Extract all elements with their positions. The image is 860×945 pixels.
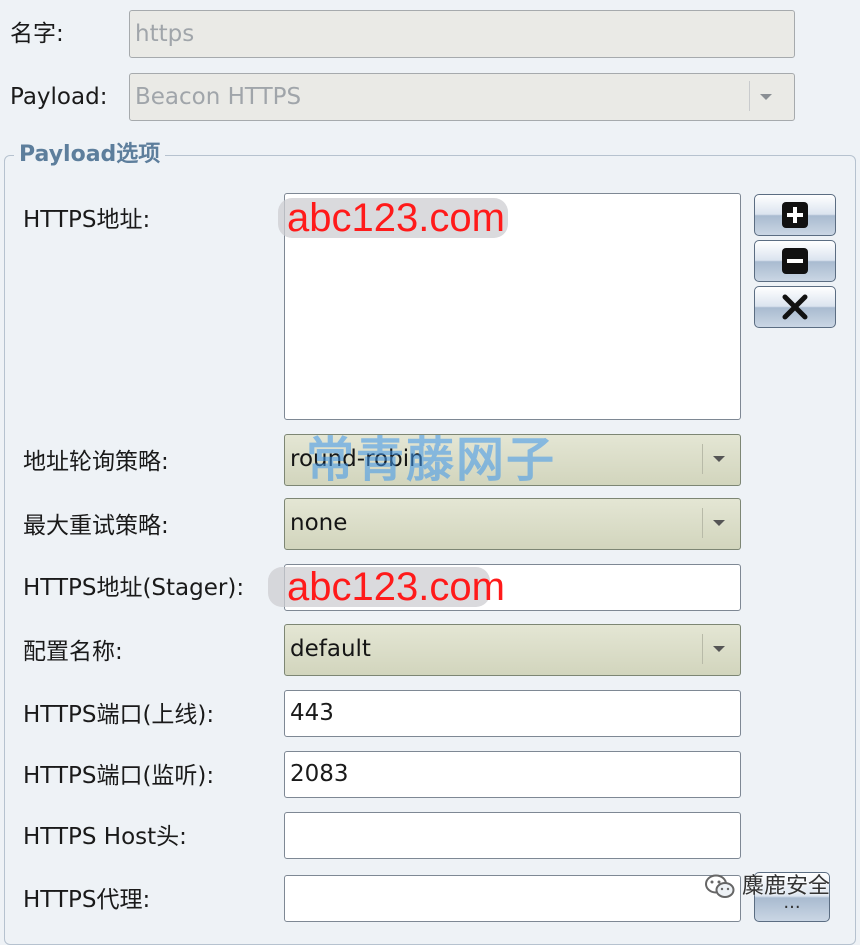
rotate-label: 地址轮询策略:: [23, 449, 169, 475]
profile-select[interactable]: default: [284, 624, 741, 676]
wechat-icon: [705, 874, 735, 898]
payload-select-value: Beacon HTTPS: [135, 84, 302, 110]
proxy-input[interactable]: [284, 875, 741, 922]
watermark-cn: 常青藤网子: [306, 432, 557, 488]
chevron-down-icon: [702, 508, 732, 538]
minus-icon: [782, 248, 808, 274]
name-field[interactable]: https: [129, 10, 795, 58]
payload-label: Payload:: [10, 84, 108, 110]
chevron-down-icon: [702, 634, 732, 664]
host-header-input[interactable]: [284, 812, 741, 859]
host-header-label: HTTPS Host头:: [23, 824, 187, 850]
retry-select[interactable]: none: [284, 498, 741, 550]
port-bind-input[interactable]: 443: [284, 690, 741, 737]
payload-options-title: Payload选项: [14, 140, 166, 170]
plus-icon: [782, 202, 808, 228]
footer-brand: 麋鹿安全: [690, 868, 860, 908]
profile-label: 配置名称:: [23, 639, 123, 665]
clear-hosts-button[interactable]: [754, 286, 836, 328]
payload-select[interactable]: Beacon HTTPS: [129, 73, 795, 121]
watermark-text: abc123.com: [287, 565, 505, 609]
proxy-label: HTTPS代理:: [23, 887, 151, 913]
name-label: 名字:: [10, 21, 64, 47]
hosts-label: HTTPS地址:: [23, 207, 151, 233]
port-listen-input[interactable]: 2083: [284, 751, 741, 798]
add-host-button[interactable]: [754, 194, 836, 236]
profile-select-value: default: [290, 636, 371, 662]
watermark-text: abc123.com: [287, 196, 505, 240]
retry-select-value: none: [290, 510, 348, 536]
remove-host-button[interactable]: [754, 240, 836, 282]
footer-brand-text: 麋鹿安全: [742, 874, 831, 899]
x-icon: [782, 294, 808, 320]
port-bind-label: HTTPS端口(上线):: [23, 702, 215, 728]
chevron-down-icon: [702, 444, 732, 474]
stager-label: HTTPS地址(Stager):: [23, 575, 245, 601]
chevron-down-icon: [749, 81, 780, 111]
port-listen-label: HTTPS端口(监听):: [23, 763, 215, 789]
retry-label: 最大重试策略:: [23, 513, 169, 539]
